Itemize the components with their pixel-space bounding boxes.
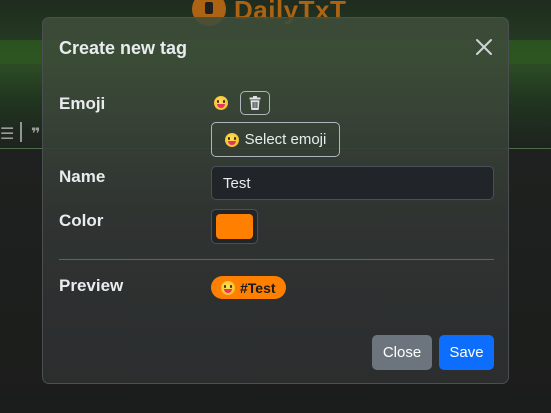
remove-emoji-button[interactable] [240, 91, 270, 115]
color-swatch-fill [216, 214, 253, 239]
preview-label: Preview [59, 276, 124, 295]
create-tag-modal: Create new tag Emoji Select emoji Name C… [42, 17, 509, 384]
select-emoji-label: Select emoji [244, 131, 327, 148]
modal-title: Create new tag [59, 38, 188, 58]
emoji-icon [224, 132, 239, 147]
preview-emoji-icon [221, 280, 235, 295]
current-emoji-icon [214, 96, 228, 110]
select-emoji-button[interactable]: Select emoji [211, 122, 340, 157]
close-button[interactable]: Close [372, 335, 432, 370]
save-button[interactable]: Save [439, 335, 494, 370]
trash-icon [249, 96, 261, 110]
divider [59, 259, 494, 260]
color-picker[interactable] [211, 209, 258, 244]
tag-name-input[interactable] [211, 166, 494, 200]
close-icon[interactable] [474, 37, 494, 57]
emoji-label: Emoji [59, 94, 106, 113]
name-label: Name [59, 167, 106, 186]
tag-preview-badge: #Test [211, 276, 286, 299]
color-label: Color [59, 211, 104, 230]
preview-tag-text: #Test [240, 279, 276, 296]
